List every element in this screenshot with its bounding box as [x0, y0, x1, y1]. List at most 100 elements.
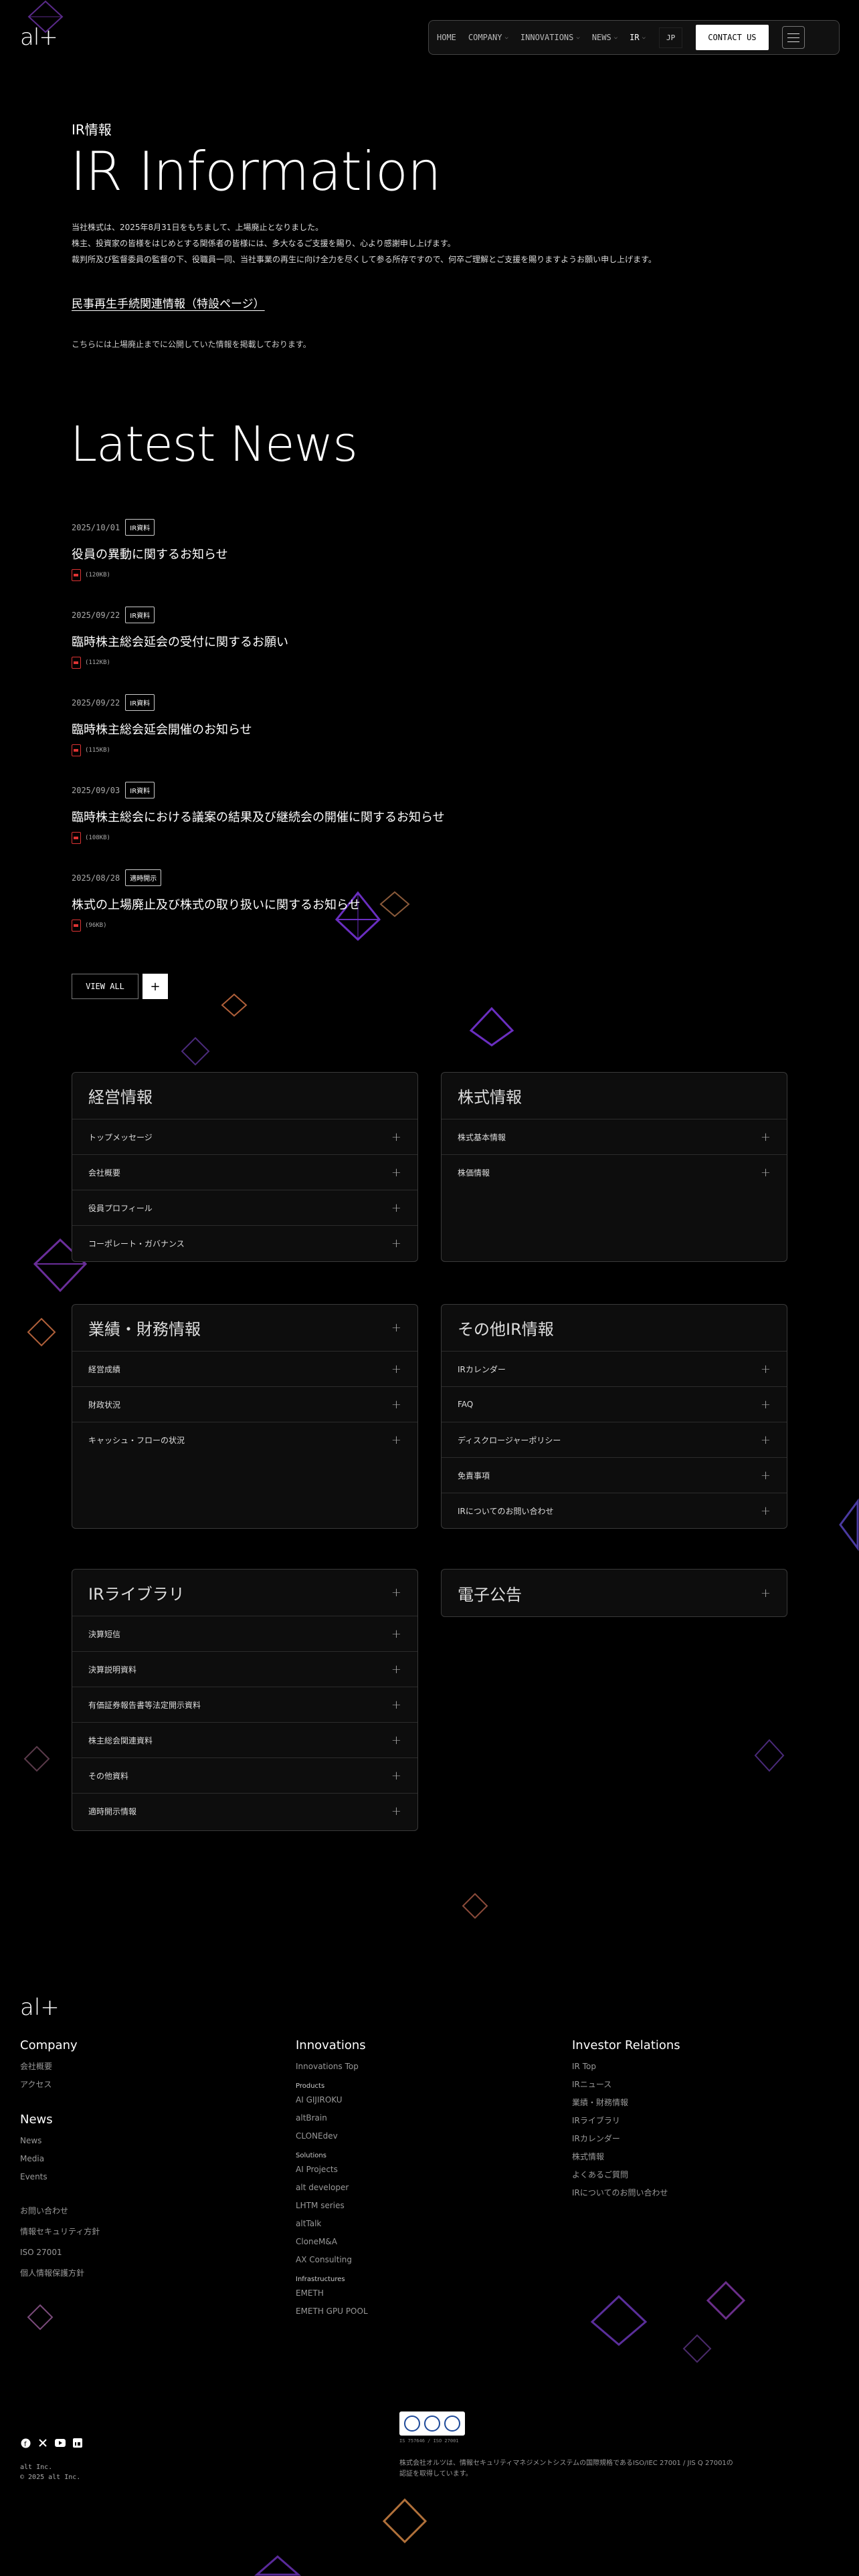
card-link[interactable]: 免責事項 + — [442, 1458, 787, 1493]
nav-company[interactable]: COMPANY ⌵ — [468, 33, 508, 42]
footer-link[interactable]: EMETH GPU POOL — [296, 2302, 368, 2321]
footer-link[interactable]: alt developer — [296, 2179, 368, 2197]
card-link[interactable]: 決算説明資料 + — [72, 1652, 417, 1687]
card-e-notice[interactable]: 電子公告 + — [441, 1569, 787, 1617]
decorative-diamond-icon — [23, 1745, 50, 1772]
card-link[interactable]: 役員プロフィール + — [72, 1190, 417, 1226]
footer-link[interactable]: AX Consulting — [296, 2251, 368, 2269]
card-link[interactable]: トップメッセージ + — [72, 1119, 417, 1155]
special-page-link[interactable]: 民事再生手続関連情報（特設ページ） — [72, 294, 265, 311]
site-logo[interactable]: al+ — [20, 24, 58, 51]
news-title[interactable]: 株式の上場廃止及び株式の取り扱いに関するお知らせ — [72, 895, 607, 913]
footer-link[interactable]: LHTM series — [296, 2197, 368, 2215]
plus-icon: + — [391, 1200, 401, 1215]
news-date: 2025/09/22 — [72, 610, 120, 620]
news-item[interactable]: 2025/08/28 適時開示 株式の上場廃止及び株式の取り扱いに関するお知らせ … — [72, 869, 607, 932]
language-switch[interactable]: JP — [659, 27, 683, 48]
nav-ir[interactable]: IR ⌵ — [630, 33, 646, 42]
footer-link[interactable]: 会社概要 — [20, 2058, 100, 2076]
news-title[interactable]: 臨時株主総会延会の受付に関するお願い — [72, 633, 607, 650]
footer-link[interactable]: IRニュース — [572, 2076, 680, 2094]
card-link[interactable]: 適時開示情報 + — [72, 1794, 417, 1829]
youtube-icon[interactable] — [55, 2438, 66, 2448]
card-link[interactable]: 株価情報 + — [442, 1155, 787, 1190]
plus-icon[interactable]: + — [142, 974, 168, 999]
decorative-diamond-icon — [682, 2334, 712, 2363]
contact-button[interactable]: CONTACT US — [696, 25, 769, 50]
card-header[interactable]: その他IR情報 — [442, 1305, 787, 1352]
footer-link[interactable]: EMETH — [296, 2284, 368, 2302]
nav-innovations[interactable]: INNOVATIONS ⌵ — [520, 33, 580, 42]
card-link[interactable]: 株式基本情報 + — [442, 1119, 787, 1155]
news-title[interactable]: 役員の異動に関するお知らせ — [72, 545, 607, 562]
footer-link[interactable]: Innovations Top — [296, 2058, 368, 2076]
footer-company: Company 会社概要 アクセス News News Media Events… — [20, 2038, 100, 2284]
card-link[interactable]: コーポレート・ガバナンス + — [72, 1226, 417, 1261]
menu-icon[interactable] — [781, 26, 805, 49]
card-link[interactable]: ディスクロージャーポリシー + — [442, 1422, 787, 1458]
view-all-label[interactable]: VIEW ALL — [72, 974, 138, 999]
news-title[interactable]: 臨時株主総会における議案の結果及び継続会の開催に関するお知らせ — [72, 808, 607, 825]
plus-icon: + — [391, 1662, 401, 1677]
footer-link[interactable]: 情報セキュリティ方針 — [20, 2222, 100, 2242]
card-link[interactable]: その他資料 + — [72, 1758, 417, 1794]
news-item[interactable]: 2025/09/03 IR資料 臨時株主総会における議案の結果及び継続会の開催に関… — [72, 782, 607, 844]
news-item[interactable]: 2025/09/22 IR資料 臨時株主総会延会開催のお知らせ (115KB) — [72, 694, 607, 756]
view-all-button[interactable]: VIEW ALL + — [72, 974, 168, 999]
card-header[interactable]: IRライブラリ + — [72, 1570, 417, 1616]
footer-link[interactable]: 株式情報 — [572, 2148, 680, 2166]
card-link[interactable]: 会社概要 + — [72, 1155, 417, 1190]
card-link[interactable]: FAQ + — [442, 1387, 787, 1422]
footer-link[interactable]: AI GIJIROKU — [296, 2091, 368, 2109]
footer-link[interactable]: Media — [20, 2150, 100, 2168]
news-title[interactable]: 臨時株主総会延会開催のお知らせ — [72, 720, 607, 738]
facebook-icon[interactable]: f — [20, 2438, 31, 2448]
card-header[interactable]: 株式情報 — [442, 1073, 787, 1119]
nav-home[interactable]: HOME — [437, 33, 456, 42]
news-item[interactable]: 2025/10/01 IR資料 役員の異動に関するお知らせ (120KB) — [72, 519, 607, 581]
footer-link[interactable]: AI Projects — [296, 2161, 368, 2179]
footer-logo[interactable]: al+ — [20, 1994, 60, 2021]
card-link[interactable]: 株主総会関連資料 + — [72, 1723, 417, 1758]
footer-link[interactable]: 個人情報保護方針 — [20, 2263, 100, 2284]
footer-link[interactable]: altBrain — [296, 2109, 368, 2127]
card-link[interactable]: 財政状況 + — [72, 1387, 417, 1422]
decorative-diamond-icon — [590, 2294, 648, 2346]
footer-link[interactable]: IRカレンダー — [572, 2130, 680, 2148]
social-links: f — [20, 2438, 83, 2448]
card-link[interactable]: IRカレンダー + — [442, 1352, 787, 1387]
footer-link[interactable]: Events — [20, 2168, 100, 2186]
news-date: 2025/10/01 — [72, 522, 120, 532]
card-header[interactable]: 業績・財務情報 + — [72, 1305, 417, 1352]
card-finance: 業績・財務情報 + 経営成績 + 財政状況 + キャッシュ・フローの状況 + — [72, 1304, 418, 1529]
news-item[interactable]: 2025/09/22 IR資料 臨時株主総会延会の受付に関するお願い (112KB… — [72, 607, 607, 669]
plus-icon: + — [760, 1397, 771, 1412]
card-link[interactable]: 経営成績 + — [72, 1352, 417, 1387]
footer-link[interactable]: お問い合わせ — [20, 2201, 100, 2222]
footer-link[interactable]: IRについてのお問い合わせ — [572, 2184, 680, 2202]
decorative-diamond-icon — [839, 1498, 859, 1551]
card-link[interactable]: IRについてのお問い合わせ + — [442, 1493, 787, 1529]
footer-link[interactable]: CLONEdev — [296, 2127, 368, 2145]
footer-link[interactable]: 業績・財務情報 — [572, 2094, 680, 2112]
nav-news[interactable]: NEWS ⌵ — [592, 33, 617, 42]
footer-link[interactable]: IR Top — [572, 2058, 680, 2076]
card-link[interactable]: 有価証券報告書等法定開示資料 + — [72, 1687, 417, 1723]
card-header[interactable]: 経営情報 — [72, 1073, 417, 1119]
footer-link[interactable]: News — [20, 2132, 100, 2150]
card-header[interactable]: 電子公告 + — [442, 1570, 787, 1616]
footer-link[interactable]: アクセス — [20, 2076, 100, 2094]
chevron-down-icon: ⌵ — [613, 34, 618, 41]
footer-link[interactable]: ISO 27001 — [20, 2242, 100, 2263]
news-tag: IR資料 — [125, 519, 155, 536]
linkedin-icon[interactable] — [72, 2438, 83, 2448]
decorative-diamond-icon — [27, 2304, 54, 2331]
card-link[interactable]: キャッシュ・フローの状況 + — [72, 1422, 417, 1458]
footer-link[interactable]: CloneM&A — [296, 2233, 368, 2251]
news-date: 2025/09/03 — [72, 785, 120, 795]
card-link[interactable]: 決算短信 + — [72, 1616, 417, 1652]
footer-link[interactable]: altTalk — [296, 2215, 368, 2233]
x-icon[interactable] — [37, 2438, 48, 2448]
footer-link[interactable]: よくあるご質問 — [572, 2166, 680, 2184]
footer-link[interactable]: IRライブラリ — [572, 2112, 680, 2130]
